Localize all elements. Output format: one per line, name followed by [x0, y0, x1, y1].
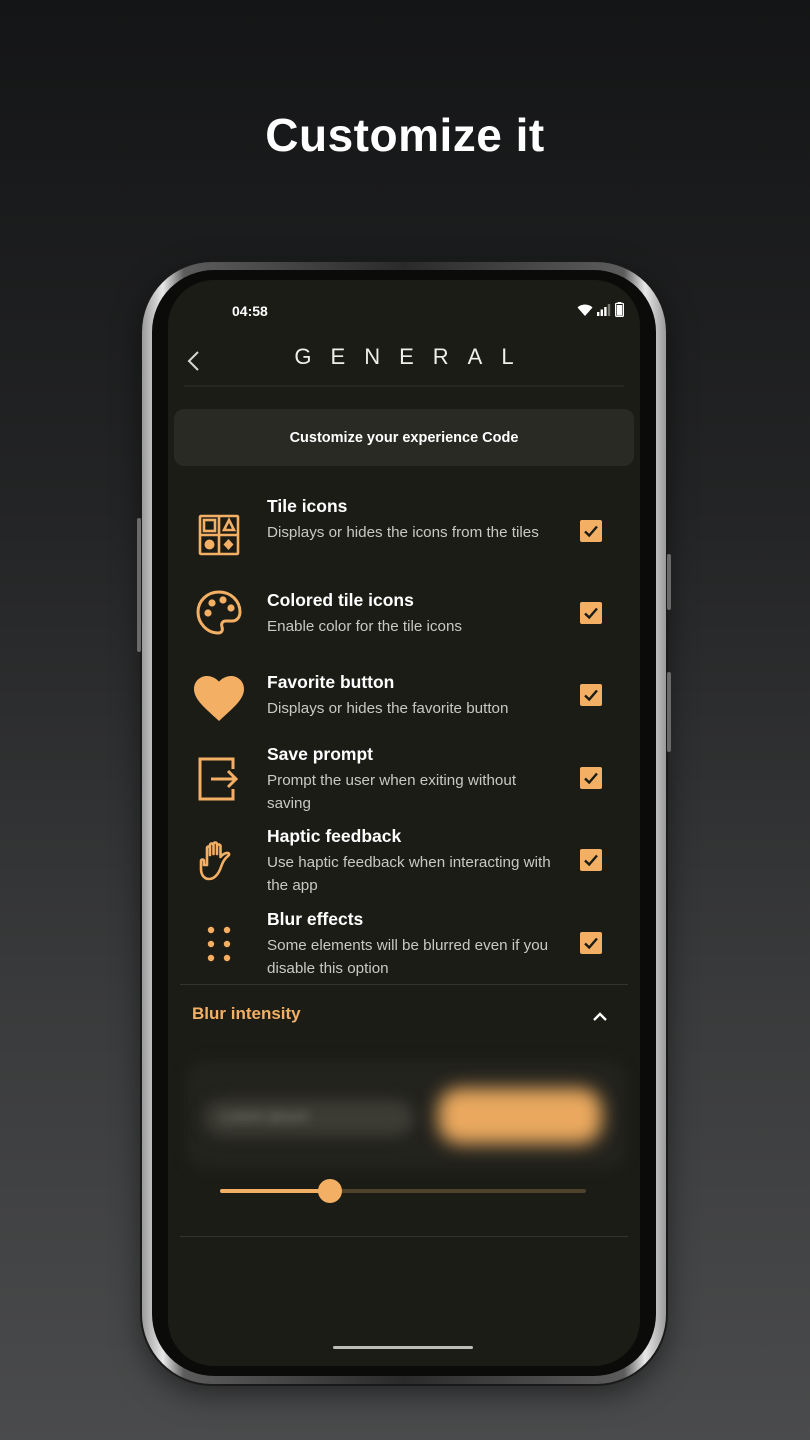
- setting-description: Prompt the user when exiting without sav…: [267, 772, 517, 812]
- hand-icon: [192, 834, 246, 888]
- setting-checkbox[interactable]: [580, 932, 602, 954]
- checkmark-icon: [584, 689, 598, 702]
- tile-grid-icon: [192, 508, 246, 562]
- setting-title: Colored tile icons: [267, 590, 414, 610]
- app-bar: GENERAL: [168, 336, 640, 386]
- wifi-icon: [577, 304, 593, 316]
- setting-title: Save prompt: [267, 744, 373, 764]
- checkmark-icon: [584, 937, 598, 950]
- setting-description: Use haptic feedback when interacting wit…: [267, 854, 551, 894]
- app-bar-divider: [184, 385, 624, 387]
- setting-title: Favorite button: [267, 672, 395, 692]
- slider-thumb[interactable]: [317, 1179, 342, 1203]
- blur-intensity-slider[interactable]: [220, 1179, 586, 1203]
- setting-tile-icons[interactable]: Tile icons Displays or hides the icons f…: [168, 496, 640, 576]
- setting-checkbox[interactable]: [580, 849, 602, 871]
- power-button: [667, 554, 671, 610]
- checkmark-icon: [584, 525, 598, 538]
- chevron-up-icon[interactable]: [588, 1006, 612, 1026]
- setting-description: Some elements will be blurred even if yo…: [267, 937, 549, 977]
- blur-preview-text: Lorem ipsum: [222, 1108, 309, 1125]
- setting-checkbox[interactable]: [580, 602, 602, 624]
- info-banner: Customize your experience Code: [174, 409, 634, 466]
- battery-icon: [615, 302, 624, 317]
- headline: Customize it: [265, 109, 545, 161]
- slider-fill: [220, 1189, 330, 1193]
- setting-checkbox[interactable]: [580, 767, 602, 789]
- setting-title: Blur effects: [267, 909, 364, 929]
- setting-haptic-feedback[interactable]: Haptic feedback Use haptic feedback when…: [168, 826, 640, 906]
- setting-title: Tile icons: [267, 496, 348, 516]
- setting-colored-tile-icons[interactable]: Colored tile icons Enable color for the …: [168, 590, 640, 670]
- setting-description: Enable color for the tile icons: [267, 618, 463, 635]
- status-icons: [577, 302, 624, 317]
- section-divider: [180, 984, 628, 985]
- heart-icon: [192, 672, 246, 726]
- setting-checkbox[interactable]: [580, 684, 602, 706]
- exit-icon: [192, 752, 246, 806]
- setting-favorite-button[interactable]: Favorite button Displays or hides the fa…: [168, 672, 640, 752]
- blur-preview-button: [438, 1088, 602, 1144]
- phone-screen: 04:58 GENERAL Customize your experience …: [168, 280, 640, 1366]
- setting-checkbox[interactable]: [580, 520, 602, 542]
- checkmark-icon: [584, 607, 598, 620]
- section-divider: [180, 1236, 628, 1237]
- palette-icon: [192, 586, 246, 640]
- setting-description: Displays or hides the icons from the til…: [267, 524, 539, 541]
- page-title: GENERAL: [294, 344, 533, 369]
- blur-intensity-header[interactable]: Blur intensity: [192, 1004, 301, 1024]
- home-indicator[interactable]: [333, 1346, 473, 1349]
- dots-icon: [192, 917, 246, 971]
- cell-signal-icon: [597, 303, 611, 316]
- volume-button: [137, 518, 141, 652]
- banner-text: Customize your experience Code: [289, 429, 519, 446]
- checkmark-icon: [584, 854, 598, 867]
- checkmark-icon: [584, 772, 598, 785]
- setting-description: Displays or hides the favorite button: [267, 700, 509, 717]
- setting-blur-effects[interactable]: Blur effects Some elements will be blurr…: [168, 909, 640, 989]
- setting-save-prompt[interactable]: Save prompt Prompt the user when exiting…: [168, 744, 640, 824]
- setting-title: Haptic feedback: [267, 826, 402, 846]
- status-time: 04:58: [232, 303, 268, 319]
- side-key-button: [667, 672, 671, 752]
